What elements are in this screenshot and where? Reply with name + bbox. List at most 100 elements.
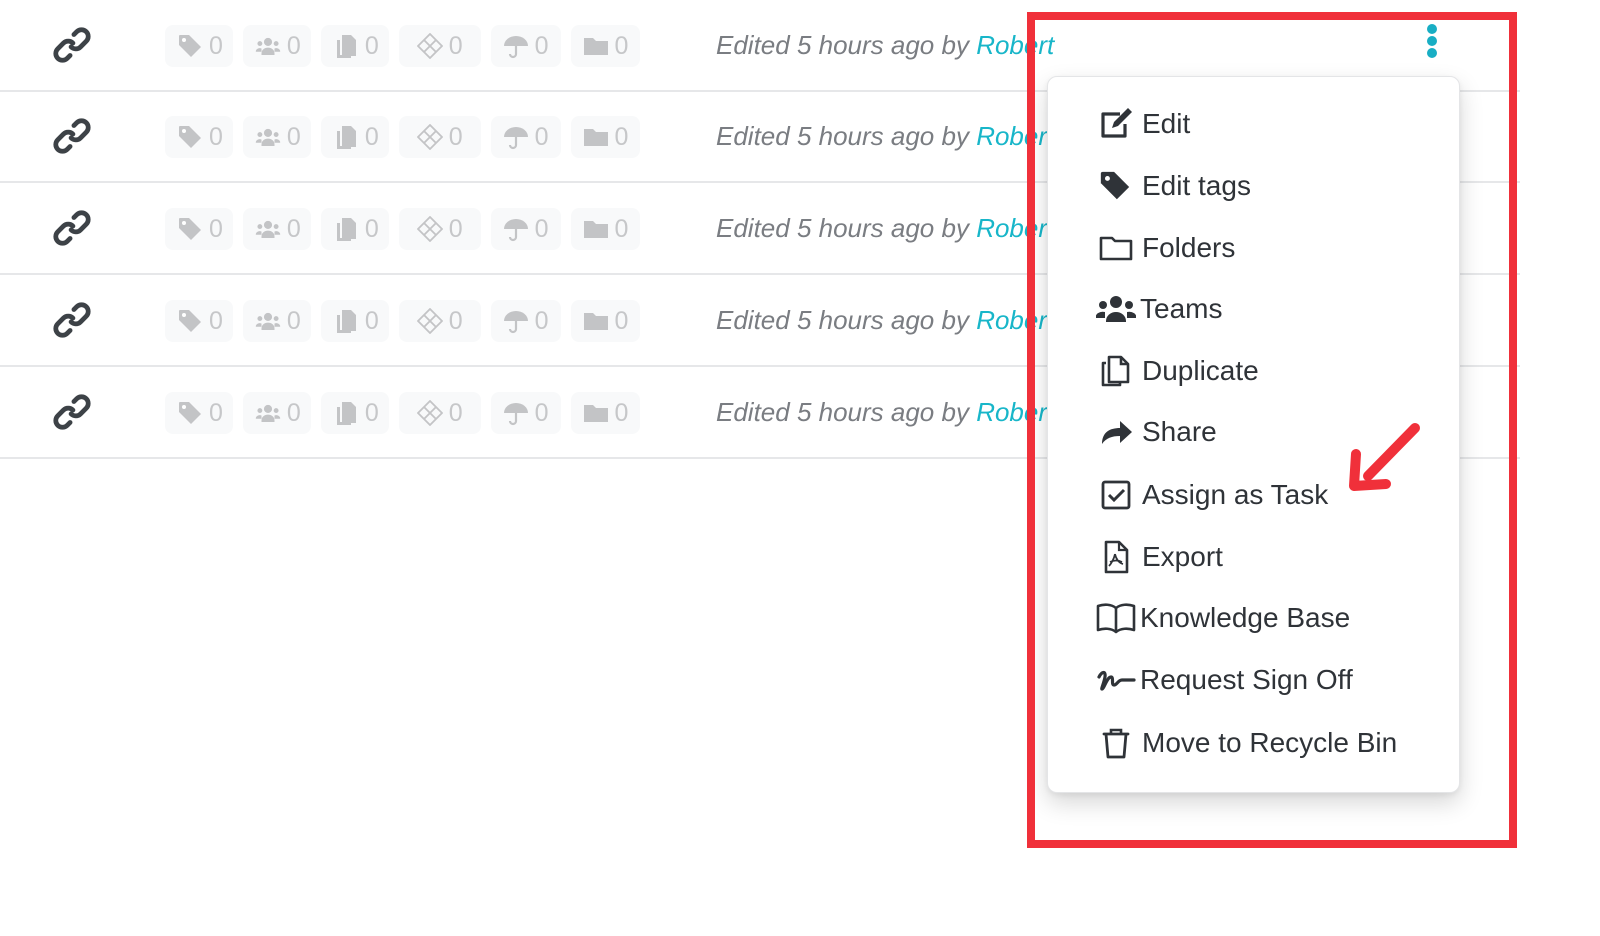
badge-count: 0 [614,214,629,243]
documents-count-badge[interactable]: 0 [320,208,389,250]
folders-count-badge[interactable]: 0 [570,25,641,67]
menu-item-folders[interactable]: Folders [1098,223,1235,273]
documents-count-badge[interactable]: 0 [320,392,389,434]
author-link[interactable]: Robert [976,397,1054,427]
badge-count: 0 [448,214,463,243]
menu-item-duplicate[interactable]: Duplicate [1098,346,1259,396]
badge-count: 0 [364,306,379,335]
tag-icon [177,216,203,242]
menu-item-assign-as-task[interactable]: Assign as Task [1098,470,1328,520]
documents-count-badge[interactable]: 0 [320,25,389,67]
menu-item-label: Export [1142,541,1223,572]
teams-count-badge[interactable]: 0 [242,208,311,250]
diamond-grid-icon [417,216,443,242]
tags-count-badge[interactable]: 0 [165,25,233,67]
folders-count-badge[interactable]: 0 [570,300,641,342]
badge-count: 0 [534,122,549,151]
kebab-dot [1427,36,1437,46]
diamond-grid-icon [417,400,443,426]
folder-icon [583,308,609,334]
badge-count: 0 [364,31,379,60]
badge-count: 0 [364,398,379,427]
policies-count-badge[interactable]: 0 [490,208,561,250]
folder-icon [583,216,609,242]
badge-count: 0 [448,122,463,151]
copy-icon [333,33,359,59]
edited-info: Edited 5 hours ago by Robert [716,397,1054,428]
teams-count-badge[interactable]: 0 [242,116,311,158]
diamond-grid-icon [417,124,443,150]
edited-text: Edited 5 hours ago by [716,305,977,335]
risks-count-badge[interactable]: 0 [398,208,481,250]
documents-count-badge[interactable]: 0 [320,116,389,158]
folders-count-badge[interactable]: 0 [570,392,641,434]
tag-icon [177,33,203,59]
author-link[interactable]: Robert [976,121,1054,151]
folders-count-badge[interactable]: 0 [570,116,641,158]
tags-count-badge[interactable]: 0 [165,300,233,342]
tags-count-badge[interactable]: 0 [165,392,233,434]
risks-count-badge[interactable]: 0 [398,116,481,158]
users-icon [255,124,281,150]
diamond-grid-icon [417,308,443,334]
menu-item-request-sign-off[interactable]: Request Sign Off [1096,655,1353,705]
menu-item-label: Edit tags [1142,170,1251,201]
badge-count: 0 [614,398,629,427]
umbrella-icon [503,216,529,242]
menu-item-move-to-recycle-bin[interactable]: Move to Recycle Bin [1098,718,1397,768]
badge-count: 0 [614,31,629,60]
badge-count: 0 [286,31,301,60]
policies-count-badge[interactable]: 0 [490,300,561,342]
badge-count: 0 [534,31,549,60]
teams-count-badge[interactable]: 0 [242,25,311,67]
teams-count-badge[interactable]: 0 [242,300,311,342]
edit-icon [1098,106,1138,142]
menu-item-label: Request Sign Off [1140,664,1353,695]
badge-count: 0 [614,122,629,151]
link-icon [53,301,91,339]
umbrella-icon [503,33,529,59]
copy-icon [333,216,359,242]
teams-count-badge[interactable]: 0 [242,392,311,434]
link-icon [53,393,91,431]
menu-item-edit-tags[interactable]: Edit tags [1098,161,1251,211]
checkbox-icon [1098,477,1138,513]
policies-count-badge[interactable]: 0 [490,25,561,67]
documents-count-badge[interactable]: 0 [320,300,389,342]
author-link[interactable]: Robert [976,213,1054,243]
badge-count: 0 [209,306,223,335]
author-link[interactable]: Robert [976,305,1054,335]
copy-icon [333,308,359,334]
badge-count: 0 [209,31,223,60]
menu-item-share[interactable]: Share [1098,407,1217,457]
menu-item-export[interactable]: Export [1098,532,1223,582]
tags-count-badge[interactable]: 0 [165,116,233,158]
edited-info: Edited 5 hours ago by Robert [716,305,1054,336]
share-icon [1098,414,1138,450]
copy-icon [333,124,359,150]
risks-count-badge[interactable]: 0 [398,25,481,67]
badge-count: 0 [614,306,629,335]
risks-count-badge[interactable]: 0 [398,300,481,342]
copy-icon [333,400,359,426]
menu-item-label: Move to Recycle Bin [1142,727,1398,758]
menu-item-knowledge-base[interactable]: Knowledge Base [1096,593,1350,643]
menu-item-label: Folders [1142,232,1236,263]
tag-icon [177,400,203,426]
more-options-button[interactable] [1421,24,1443,62]
folder-icon [583,400,609,426]
risks-count-badge[interactable]: 0 [398,392,481,434]
kebab-dot [1427,48,1437,58]
author-link[interactable]: Robert [976,30,1054,60]
edited-info: Edited 5 hours ago by Robert [716,30,1054,61]
badge-count: 0 [364,214,379,243]
policies-count-badge[interactable]: 0 [490,116,561,158]
edited-text: Edited 5 hours ago by [716,213,977,243]
menu-item-teams[interactable]: Teams [1096,284,1222,334]
tags-count-badge[interactable]: 0 [165,208,233,250]
badge-count: 0 [286,398,301,427]
policies-count-badge[interactable]: 0 [490,392,561,434]
menu-item-edit[interactable]: Edit [1098,99,1190,149]
badge-count: 0 [286,214,301,243]
folders-count-badge[interactable]: 0 [570,208,641,250]
